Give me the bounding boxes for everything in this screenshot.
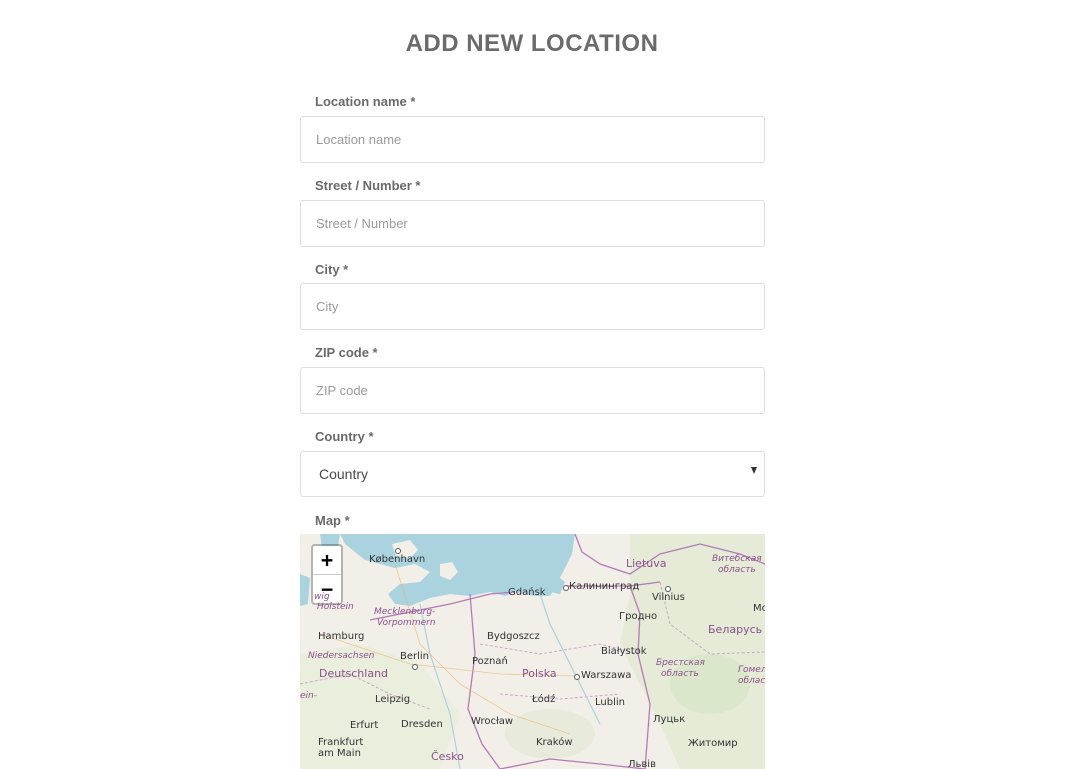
map-label-leipzig: Leipzig [375,694,411,705]
map-label-ein: ein- [300,691,317,701]
zip-input[interactable] [300,367,765,414]
map-label-vitebsk2: область [718,565,756,575]
map-label-belarus: Беларусь [708,623,763,636]
map-label-polska: Polska [522,667,557,680]
map-label-mecklenburg: Mecklenburg- [374,607,436,617]
map-label-deutschland: Deutschland [319,667,389,680]
city-input[interactable] [300,283,765,330]
map-label-mo: Mo [753,603,765,614]
map-label-brest: Брестская [656,658,705,668]
map-label-dresden: Dresden [401,719,443,730]
city-marker [412,664,418,670]
map-label-bydgoszcz: Bydgoszcz [487,631,540,642]
map-label-bialystok: Białystok [601,646,647,657]
map-label-lietuva: Lietuva [626,557,667,570]
location-name-input[interactable] [300,116,765,163]
location-name-label: Location name * [315,94,416,109]
map-label-cesko: Česko [431,750,464,763]
map-label-erfurt: Erfurt [350,720,379,731]
map-label-grodno: Гродно [619,611,658,622]
map-label-vilnius: Vilnius [652,592,685,603]
map-label-vorpommern: Vorpommern [377,618,436,628]
country-select[interactable]: Country [300,451,765,497]
country-select-value: Country [319,466,369,482]
page-title: ADD NEW LOCATION [405,30,659,57]
map-label-krakow: Kraków [536,737,573,748]
map-label-warszawa: Warszawa [581,670,632,681]
street-input[interactable] [300,200,765,247]
map-label-vitebsk: Витебская [712,554,762,564]
city-label: City * [315,262,349,277]
zip-label: ZIP code * [315,345,378,360]
map-label-lodz: Łódź [532,694,556,705]
city-marker [574,674,580,680]
map-label-kaliningrad: Калининград [569,581,640,592]
map-label-gdansk: Gdańsk [508,587,546,598]
map-label-wroclaw: Wrocław [471,716,514,727]
map-label-frankfurt2: am Main [318,748,361,759]
map-label-lutsk: Луцьк [653,714,686,725]
map-label: Map * [315,513,350,528]
country-label: Country * [315,429,374,444]
map-label-gomel: Гомел [738,665,765,675]
map-label-berlin: Berlin [400,651,430,662]
map-label-wig: wig [314,592,330,602]
chevron-down-icon [751,467,757,474]
map-label-lviv: Львів [628,759,656,769]
map-label-brest2: область [661,669,699,679]
street-label: Street / Number * [315,178,421,193]
map-label-holstein: Holstein [317,602,354,612]
map-label-frankfurt: Frankfurt [318,737,364,748]
location-map[interactable]: + − København wig Holstein Mecklenburg- … [300,534,765,769]
map-label-copenhagen: København [369,554,426,565]
map-label-zhytomyr: Житомир [688,738,738,749]
map-label-lublin: Lublin [595,697,625,708]
map-label-niedersachsen: Niedersachsen [308,651,375,661]
map-label-gomel2: облас [738,676,765,686]
map-label-poznan: Poznań [472,656,508,667]
zoom-in-button[interactable]: + [313,546,341,575]
map-label-hamburg: Hamburg [318,631,365,642]
